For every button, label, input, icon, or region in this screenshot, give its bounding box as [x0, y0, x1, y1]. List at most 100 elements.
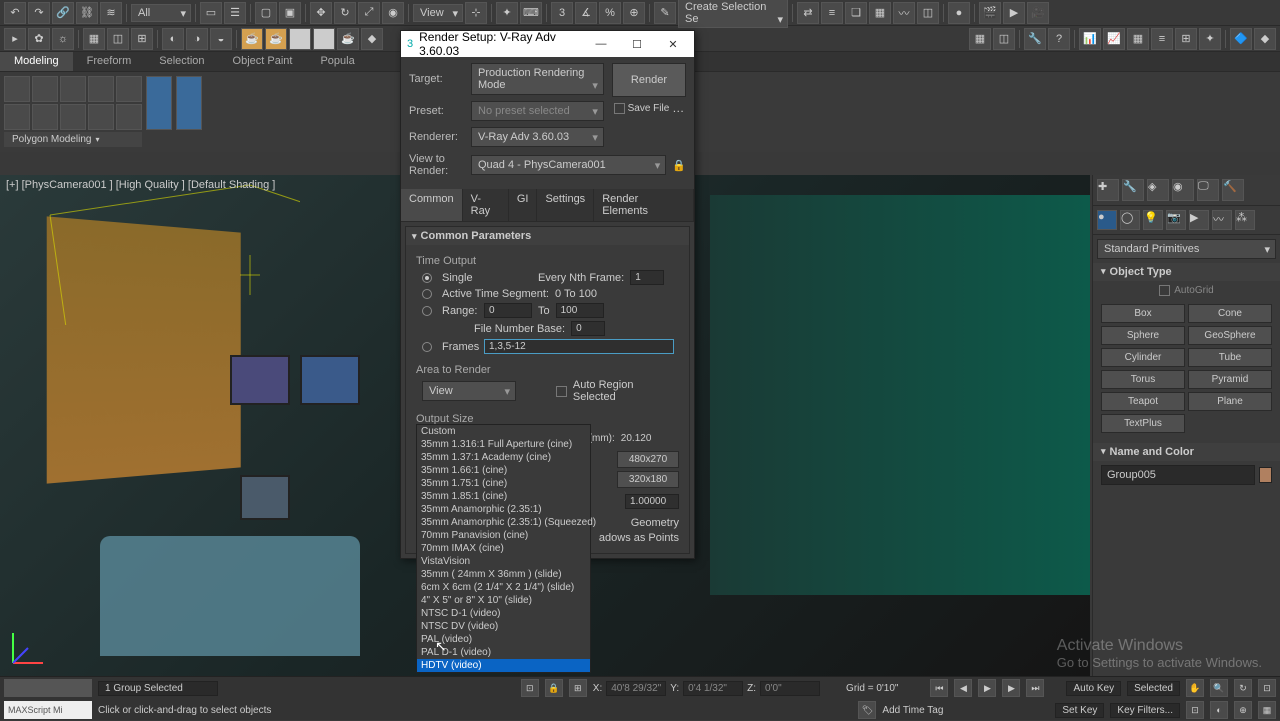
help-icon[interactable]: ?	[1048, 28, 1070, 50]
select-icon[interactable]: ▭	[200, 2, 222, 24]
box-button[interactable]: Box	[1101, 304, 1185, 323]
toolbar2-right-btn[interactable]: 🔷	[1230, 28, 1252, 50]
toolbar2-btn[interactable]: ☼	[52, 28, 74, 50]
dropdown-option[interactable]: NTSC D-1 (video)	[417, 607, 590, 620]
spinner-snap-icon[interactable]: ⊕	[623, 2, 645, 24]
axis-icon[interactable]: ⊞	[569, 679, 587, 697]
nav2-icon[interactable]: ⊕	[1234, 701, 1252, 719]
tab-settings[interactable]: Settings	[537, 189, 594, 221]
range-from-spinner[interactable]: 0	[484, 303, 532, 318]
dropdown-option[interactable]: NTSC DV (video)	[417, 620, 590, 633]
bind-icon[interactable]: ≋	[100, 2, 122, 24]
graph2-icon[interactable]: 📈	[1103, 28, 1125, 50]
y-value[interactable]: 0'4 1/32"	[683, 681, 743, 696]
geometry-icon[interactable]: ●	[1097, 210, 1117, 230]
dropdown-option[interactable]: 35mm 1.85:1 (cine)	[417, 490, 590, 503]
motion-panel-icon[interactable]: ◉	[1172, 179, 1194, 201]
create-panel-icon[interactable]: ✚	[1097, 179, 1119, 201]
isolate-icon[interactable]: ⊡	[521, 679, 539, 697]
named-sel-icon[interactable]: ✎	[654, 2, 676, 24]
unlink-icon[interactable]: ⛓	[76, 2, 98, 24]
textplus-button[interactable]: TextPlus	[1101, 414, 1185, 433]
preset-480-button[interactable]: 480x270	[617, 451, 679, 468]
dropdown-option[interactable]: 35mm 1.316:1 Full Aperture (cine)	[417, 438, 590, 451]
tab-freeform[interactable]: Freeform	[73, 52, 146, 71]
tab-common[interactable]: Common	[401, 189, 463, 221]
z-value[interactable]: 0'0"	[760, 681, 820, 696]
selection-filter-dropdown[interactable]: All	[131, 4, 191, 22]
minimize-icon[interactable]: —	[586, 33, 616, 55]
active-seg-radio[interactable]	[422, 289, 432, 299]
ribbon-btn[interactable]	[32, 104, 58, 130]
object-type-header[interactable]: Object Type	[1093, 263, 1280, 281]
render-production-icon[interactable]: 🎥	[1027, 2, 1049, 24]
rect-region-icon[interactable]: ▢	[255, 2, 277, 24]
hierarchy-panel-icon[interactable]: ◈	[1147, 179, 1169, 201]
tab-render-elements[interactable]: Render Elements	[594, 189, 694, 221]
dropdown-option[interactable]: 35mm Anamorphic (2.35:1)	[417, 503, 590, 516]
teapot2-icon[interactable]: ☕	[265, 28, 287, 50]
modify-panel-icon[interactable]: 🔧	[1122, 179, 1144, 201]
mirror-icon[interactable]: ⇄	[797, 2, 819, 24]
pivot-icon[interactable]: ⊹	[465, 2, 487, 24]
toolbar2-right-btn[interactable]: ▦	[969, 28, 991, 50]
ribbon-btn[interactable]	[176, 76, 202, 130]
area-dropdown[interactable]: View	[422, 381, 516, 401]
nav-max-icon[interactable]: ⊡	[1258, 679, 1276, 697]
ribbon-btn[interactable]	[116, 104, 142, 130]
time-slider-thumb[interactable]	[4, 679, 92, 697]
toolbar2-btn[interactable]: ✿	[28, 28, 50, 50]
dropdown-option[interactable]: 35mm 1.75:1 (cine)	[417, 477, 590, 490]
cone-button[interactable]: Cone	[1188, 304, 1272, 323]
pixel-aspect-spinner[interactable]: 1.00000	[625, 494, 679, 509]
ribbon-section-label[interactable]: Polygon Modeling	[4, 132, 142, 147]
key-filters-button[interactable]: Key Filters...	[1110, 703, 1180, 718]
ribbon-btn[interactable]	[4, 104, 30, 130]
preset-320-button[interactable]: 320x180	[617, 471, 679, 488]
savefile-checkbox[interactable]	[614, 103, 625, 114]
shapes-icon[interactable]: ◯	[1120, 210, 1140, 230]
dropdown-option[interactable]: 6cm X 6cm (2 1/4" X 2 1/4") (slide)	[417, 581, 590, 594]
sphere-icon[interactable]: ●	[289, 28, 311, 50]
ribbon-btn[interactable]	[88, 104, 114, 130]
frames-input[interactable]: 1,3,5-12	[484, 339, 674, 354]
angle-snap-icon[interactable]: ∡	[575, 2, 597, 24]
maxscript-listener[interactable]: MAXScript Mi	[4, 701, 92, 719]
geosphere-button[interactable]: GeoSphere	[1188, 326, 1272, 345]
rotate-icon[interactable]: ↻	[334, 2, 356, 24]
toolbar2-right-btn[interactable]: ≡	[1151, 28, 1173, 50]
placement-icon[interactable]: ◉	[382, 2, 404, 24]
renderer-dropdown[interactable]: V-Ray Adv 3.60.03	[471, 127, 604, 147]
every-nth-spinner[interactable]: 1	[630, 270, 664, 285]
nav2-icon[interactable]: ◐	[1210, 701, 1228, 719]
redo-icon[interactable]: ↷	[28, 2, 50, 24]
target-dropdown[interactable]: Production Rendering Mode	[471, 63, 604, 95]
torus-button[interactable]: Torus	[1101, 370, 1185, 389]
tab-vray[interactable]: V-Ray	[463, 189, 509, 221]
ribbon-btn[interactable]	[88, 76, 114, 102]
x-value[interactable]: 40'8 29/32"	[606, 681, 666, 696]
dropdown-option[interactable]: 70mm IMAX (cine)	[417, 542, 590, 555]
toggle-ribbon-icon[interactable]: ▦	[869, 2, 891, 24]
dropdown-option[interactable]: 35mm 1.66:1 (cine)	[417, 464, 590, 477]
scale-icon[interactable]: ⤢	[358, 2, 380, 24]
keyboard-icon[interactable]: ⌨	[520, 2, 542, 24]
utilities-panel-icon[interactable]: 🔨	[1222, 179, 1244, 201]
toolbar2-btn[interactable]: ▦	[83, 28, 105, 50]
dropdown-option[interactable]: 4" X 5" or 8" X 10" (slide)	[417, 594, 590, 607]
frames-radio[interactable]	[422, 342, 432, 352]
dropdown-option[interactable]: 35mm ( 24mm X 36mm ) (slide)	[417, 568, 590, 581]
autogrid-checkbox[interactable]	[1159, 285, 1170, 296]
toolbar2-right-btn[interactable]: ◆	[1254, 28, 1276, 50]
toolbar2-btn[interactable]: ◫	[107, 28, 129, 50]
dropdown-option[interactable]: Custom	[417, 425, 590, 438]
layers-icon[interactable]: ❏	[845, 2, 867, 24]
nav2-icon[interactable]: ⊡	[1186, 701, 1204, 719]
render-frame-icon[interactable]: ▶	[1003, 2, 1025, 24]
ribbon-btn[interactable]	[32, 76, 58, 102]
render-button[interactable]: Render	[612, 63, 686, 97]
percent-snap-icon[interactable]: %	[599, 2, 621, 24]
selected-dropdown[interactable]: Selected	[1127, 681, 1180, 696]
select-name-icon[interactable]: ☰	[224, 2, 246, 24]
file-num-spinner[interactable]: 0	[571, 321, 605, 336]
